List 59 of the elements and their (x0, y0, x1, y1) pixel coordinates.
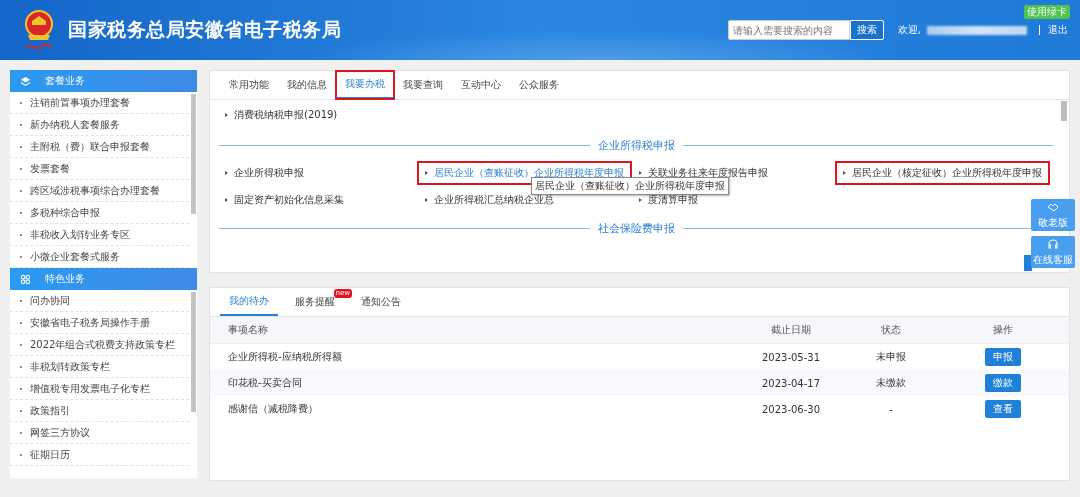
sidebar-item[interactable]: 安徽省电子税务局操作手册 (10, 312, 189, 334)
logout-link[interactable]: 退出 (1048, 23, 1068, 37)
table-cell: - (889, 403, 893, 415)
action-button[interactable]: 查看 (985, 400, 1021, 418)
table-cell: 未缴款 (876, 376, 906, 390)
sidebar-item[interactable]: 新办纳税人套餐服务 (10, 114, 189, 136)
sidebar-item[interactable]: 非税划转政策专栏 (10, 356, 189, 378)
tab[interactable]: 互动中心 (452, 71, 510, 99)
scrollbar[interactable] (191, 94, 196, 214)
service-link[interactable]: 居民企业（核定征收）企业所得税年度申报 (837, 163, 1048, 183)
service-link[interactable]: 消费税纳税申报(2019) (219, 105, 344, 125)
section-heading: 社会保险费申报 (597, 220, 675, 236)
tab[interactable]: 我要查询 (394, 71, 452, 99)
tab[interactable]: 我要办税 (336, 71, 394, 99)
section-heading: 企业所得税申报 (597, 137, 675, 153)
action-button[interactable]: 申报 (985, 348, 1021, 366)
table-cell-text: 企业所得税-应纳税所得额 (227, 350, 343, 364)
grid-icon (20, 273, 31, 285)
scrollbar[interactable] (191, 292, 196, 412)
tooltip: 居民企业（查账征收）企业所得税年度申报 (531, 177, 729, 195)
column-header: 状态 (881, 323, 901, 337)
column-header: 事项名称 (227, 323, 269, 337)
search-field[interactable]: 请输入需要搜索的内容 (727, 20, 850, 40)
sidebar-item[interactable]: 问办协同 (10, 290, 189, 312)
sidebar-item[interactable]: 政策指引 (10, 400, 189, 422)
section-title: 特色业务 (45, 272, 85, 286)
service-link[interactable]: 企业所得税申报 (219, 163, 310, 183)
sidebar-item[interactable]: 发票套餐 (10, 158, 189, 180)
sidebar-item[interactable]: 主附税（费）联合申报套餐 (10, 136, 189, 158)
section-title: 套餐业务 (45, 74, 85, 88)
tab[interactable]: 通知公告 (352, 288, 410, 316)
service-link[interactable]: 固定资产初始化信息采集 (219, 190, 350, 210)
search-button[interactable]: 搜索 (849, 20, 884, 40)
sidebar-item[interactable]: 2022年组合式税费支持政策专栏 (10, 334, 189, 356)
sidebar-item[interactable]: 网签三方协议 (10, 422, 189, 444)
side-tab[interactable] (1024, 255, 1032, 271)
column-header: 截止日期 (771, 323, 811, 337)
table-cell: 2023-05-31 (761, 351, 821, 363)
tab[interactable]: 常用功能 (220, 71, 278, 99)
headset-icon (1047, 237, 1059, 250)
table-cell: 2023-06-30 (761, 403, 821, 415)
greeting-text: 欢迎, (897, 23, 921, 37)
table-cell: 2023-04-17 (761, 377, 821, 389)
layers-icon (20, 75, 31, 87)
sidebar-item[interactable]: 注销前置事项办理套餐 (10, 92, 189, 114)
table-cell: 未申报 (876, 350, 906, 364)
scrollbar[interactable] (1061, 101, 1067, 121)
action-button[interactable]: 缴款 (985, 374, 1021, 392)
site-title: 国家税务总局安徽省电子税务局 (68, 17, 341, 42)
sidebar-item[interactable]: 增值税专用发票电子化专栏 (10, 378, 189, 400)
sidebar-item[interactable]: 非税收入划转业务专区 (10, 224, 189, 246)
sidebar-item[interactable]: 多税种综合申报 (10, 202, 189, 224)
sidebar-item[interactable]: 跨区域涉税事项综合办理套餐 (10, 180, 189, 202)
tab[interactable]: 我的信息 (278, 71, 336, 99)
table-cell-text: 印花税-买卖合同 (227, 376, 303, 390)
sidebar-item[interactable]: 征期日历 (10, 444, 189, 466)
column-header: 操作 (993, 323, 1013, 337)
tab[interactable]: 公众服务 (510, 71, 568, 99)
table-cell-text: 感谢信（减税降费） (227, 402, 319, 416)
